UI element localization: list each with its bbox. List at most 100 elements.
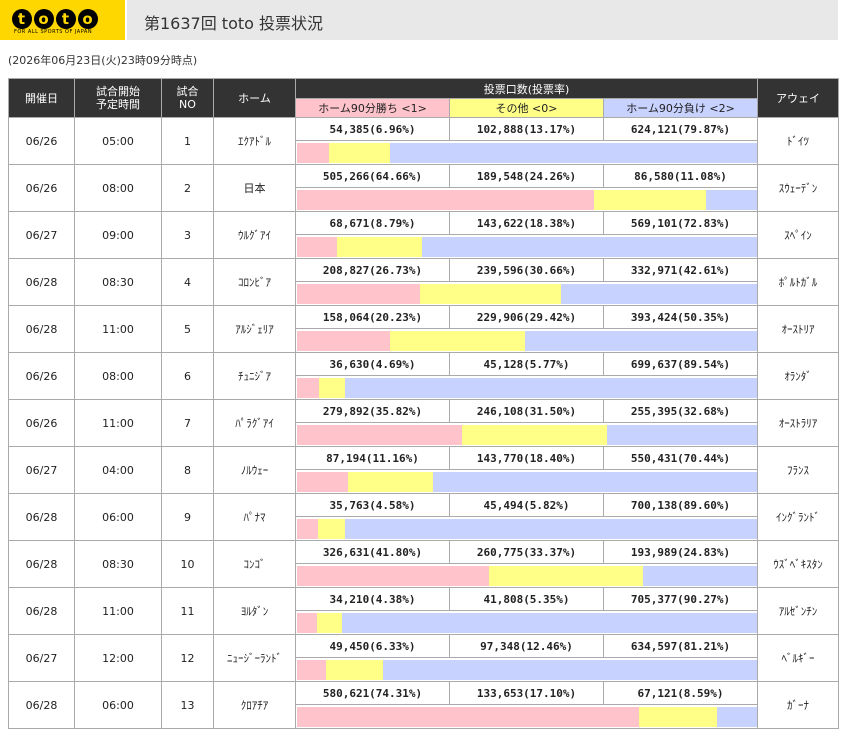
match-date: 06/26	[8, 352, 75, 400]
away-team: ｵｰｽﾄﾘｱ	[757, 305, 840, 353]
votes-home-win: 68,671(8.79%)	[295, 211, 450, 235]
home-team: ﾊﾟﾅﾏ	[213, 493, 296, 541]
match-date: 06/28	[8, 258, 75, 306]
logo-subtitle: FOR ALL SPORTS OF JAPAN	[14, 29, 93, 35]
other-segment	[390, 330, 526, 351]
votes-other: 41,808(5.35%)	[449, 587, 604, 611]
table-row: 06/27 09:00 3 ｳﾙｸﾞｱｲ 68,671(8.79%) 143,622(18…	[8, 211, 840, 259]
home-lose-segment	[389, 142, 757, 163]
table-row: 06/26 08:00 6 ﾁｭﾆｼﾞｱ 36,630(4.69%) 45,128(5.7…	[8, 352, 840, 400]
other-segment	[317, 612, 342, 633]
away-team: ﾎﾟﾙﾄｶﾞﾙ	[757, 258, 840, 306]
toto-logo[interactable]: toto FOR ALL SPORTS OF JAPAN	[0, 0, 125, 40]
other-segment	[329, 142, 390, 163]
match-no: 7	[161, 399, 214, 447]
match-time: 08:30	[74, 258, 162, 306]
votes-home-win: 505,266(64.66%)	[295, 164, 450, 188]
match-no: 6	[161, 352, 214, 400]
logo-letter: t	[56, 9, 76, 29]
col-header-home-win: ホーム90分勝ち <1>	[295, 98, 450, 118]
home-win-segment	[297, 142, 330, 163]
other-segment	[638, 706, 718, 727]
home-lose-segment	[344, 518, 757, 539]
vote-ratio-cell	[294, 469, 759, 494]
home-win-segment	[297, 424, 462, 445]
home-team: ｱﾙｼﾞｪﾘｱ	[213, 305, 296, 353]
votes-other: 143,770(18.40%)	[449, 446, 604, 470]
votes-home-win: 158,064(20.23%)	[295, 305, 450, 329]
col-header-no: 試合 NO	[161, 78, 214, 118]
match-date: 06/26	[8, 399, 75, 447]
col-header-votes: 投票口数(投票率)	[294, 77, 759, 100]
home-lose-segment	[560, 283, 757, 304]
match-no: 13	[161, 681, 214, 729]
home-lose-segment	[345, 377, 757, 398]
match-no: 10	[161, 540, 214, 588]
home-lose-segment	[642, 565, 757, 586]
votes-home-lose: 193,989(24.83%)	[602, 540, 759, 564]
vote-ratio-bar	[297, 236, 757, 257]
table-row: 06/27 04:00 8 ﾉﾙｳｪｰ 87,194(11.16%) 143,770(18…	[8, 446, 840, 494]
votes-home-win: 580,621(74.31%)	[295, 681, 450, 705]
vote-ratio-bar	[297, 518, 757, 539]
vote-ratio-cell	[294, 704, 759, 729]
home-team: ﾁｭﾆｼﾞｱ	[213, 352, 296, 400]
votes-other: 45,128(5.77%)	[449, 352, 604, 376]
match-date: 06/28	[8, 681, 75, 729]
vote-ratio-bar	[297, 659, 757, 680]
vote-ratio-cell	[294, 187, 759, 212]
vote-ratio-bar	[297, 330, 757, 351]
votes-home-win: 49,450(6.33%)	[295, 634, 450, 658]
home-win-segment	[297, 565, 490, 586]
col-header-other: その他 <0>	[449, 98, 604, 118]
vote-ratio-cell	[294, 563, 759, 588]
match-no: 9	[161, 493, 214, 541]
vote-ratio-bar	[297, 424, 757, 445]
home-lose-segment	[341, 612, 757, 633]
vote-ratio-cell	[294, 328, 759, 353]
home-lose-segment	[525, 330, 757, 351]
table-row: 06/28 06:00 13 ｸﾛｱﾁｱ 580,621(74.31%) 133,653(…	[8, 681, 840, 729]
other-segment	[318, 377, 346, 398]
votes-home-lose: 624,121(79.87%)	[602, 117, 759, 141]
votes-home-lose: 550,431(70.44%)	[602, 446, 759, 470]
home-win-segment	[297, 330, 391, 351]
votes-other: 133,653(17.10%)	[449, 681, 604, 705]
col-header-home: ホーム	[213, 78, 296, 118]
home-team: ﾆｭｰｼﾞｰﾗﾝﾄﾞ	[213, 634, 296, 682]
match-date: 06/26	[8, 164, 75, 212]
other-segment	[326, 659, 384, 680]
votes-other: 260,775(33.37%)	[449, 540, 604, 564]
other-segment	[337, 236, 422, 257]
votes-other: 45,494(5.82%)	[449, 493, 604, 517]
votes-home-win: 36,630(4.69%)	[295, 352, 450, 376]
col-header-date: 開催日	[8, 78, 75, 118]
away-team: ｽｳｪｰﾃﾞﾝ	[757, 164, 840, 212]
vote-status-table: 開催日 試合開始 予定時間 試合 NO ホーム 投票口数(投票率) アウェイ ホーム…	[8, 77, 840, 729]
away-team: ｲﾝｸﾞﾗﾝﾄﾞ	[757, 493, 840, 541]
logo-wordmark: toto	[12, 4, 100, 30]
table-row: 06/28 08:30 10 ｺﾝｺﾞ 326,631(41.80%) 260,775(3…	[8, 540, 840, 588]
match-time: 09:00	[74, 211, 162, 259]
vote-ratio-bar	[297, 612, 757, 633]
updated-timestamp: (2026年06月23日(火)23時09分時点)	[8, 54, 198, 67]
home-team: ﾉﾙｳｪｰ	[213, 446, 296, 494]
match-no: 8	[161, 446, 214, 494]
home-team: ｺﾛﾝﾋﾞｱ	[213, 258, 296, 306]
away-team: ﾌﾗﾝｽ	[757, 446, 840, 494]
votes-home-win: 34,210(4.38%)	[295, 587, 450, 611]
vote-ratio-cell	[294, 422, 759, 447]
match-date: 06/28	[8, 305, 75, 353]
logo-letter: t	[12, 9, 32, 29]
other-segment	[348, 471, 433, 492]
home-lose-segment	[383, 659, 757, 680]
home-lose-segment	[717, 706, 757, 727]
table-row: 06/28 08:30 4 ｺﾛﾝﾋﾞｱ 208,827(26.73%) 239,596(…	[8, 258, 840, 306]
match-no: 11	[161, 587, 214, 635]
home-win-segment	[297, 471, 349, 492]
match-time: 06:00	[74, 681, 162, 729]
other-segment	[419, 283, 561, 304]
other-segment	[318, 518, 345, 539]
match-no: 4	[161, 258, 214, 306]
vote-ratio-cell	[294, 375, 759, 400]
